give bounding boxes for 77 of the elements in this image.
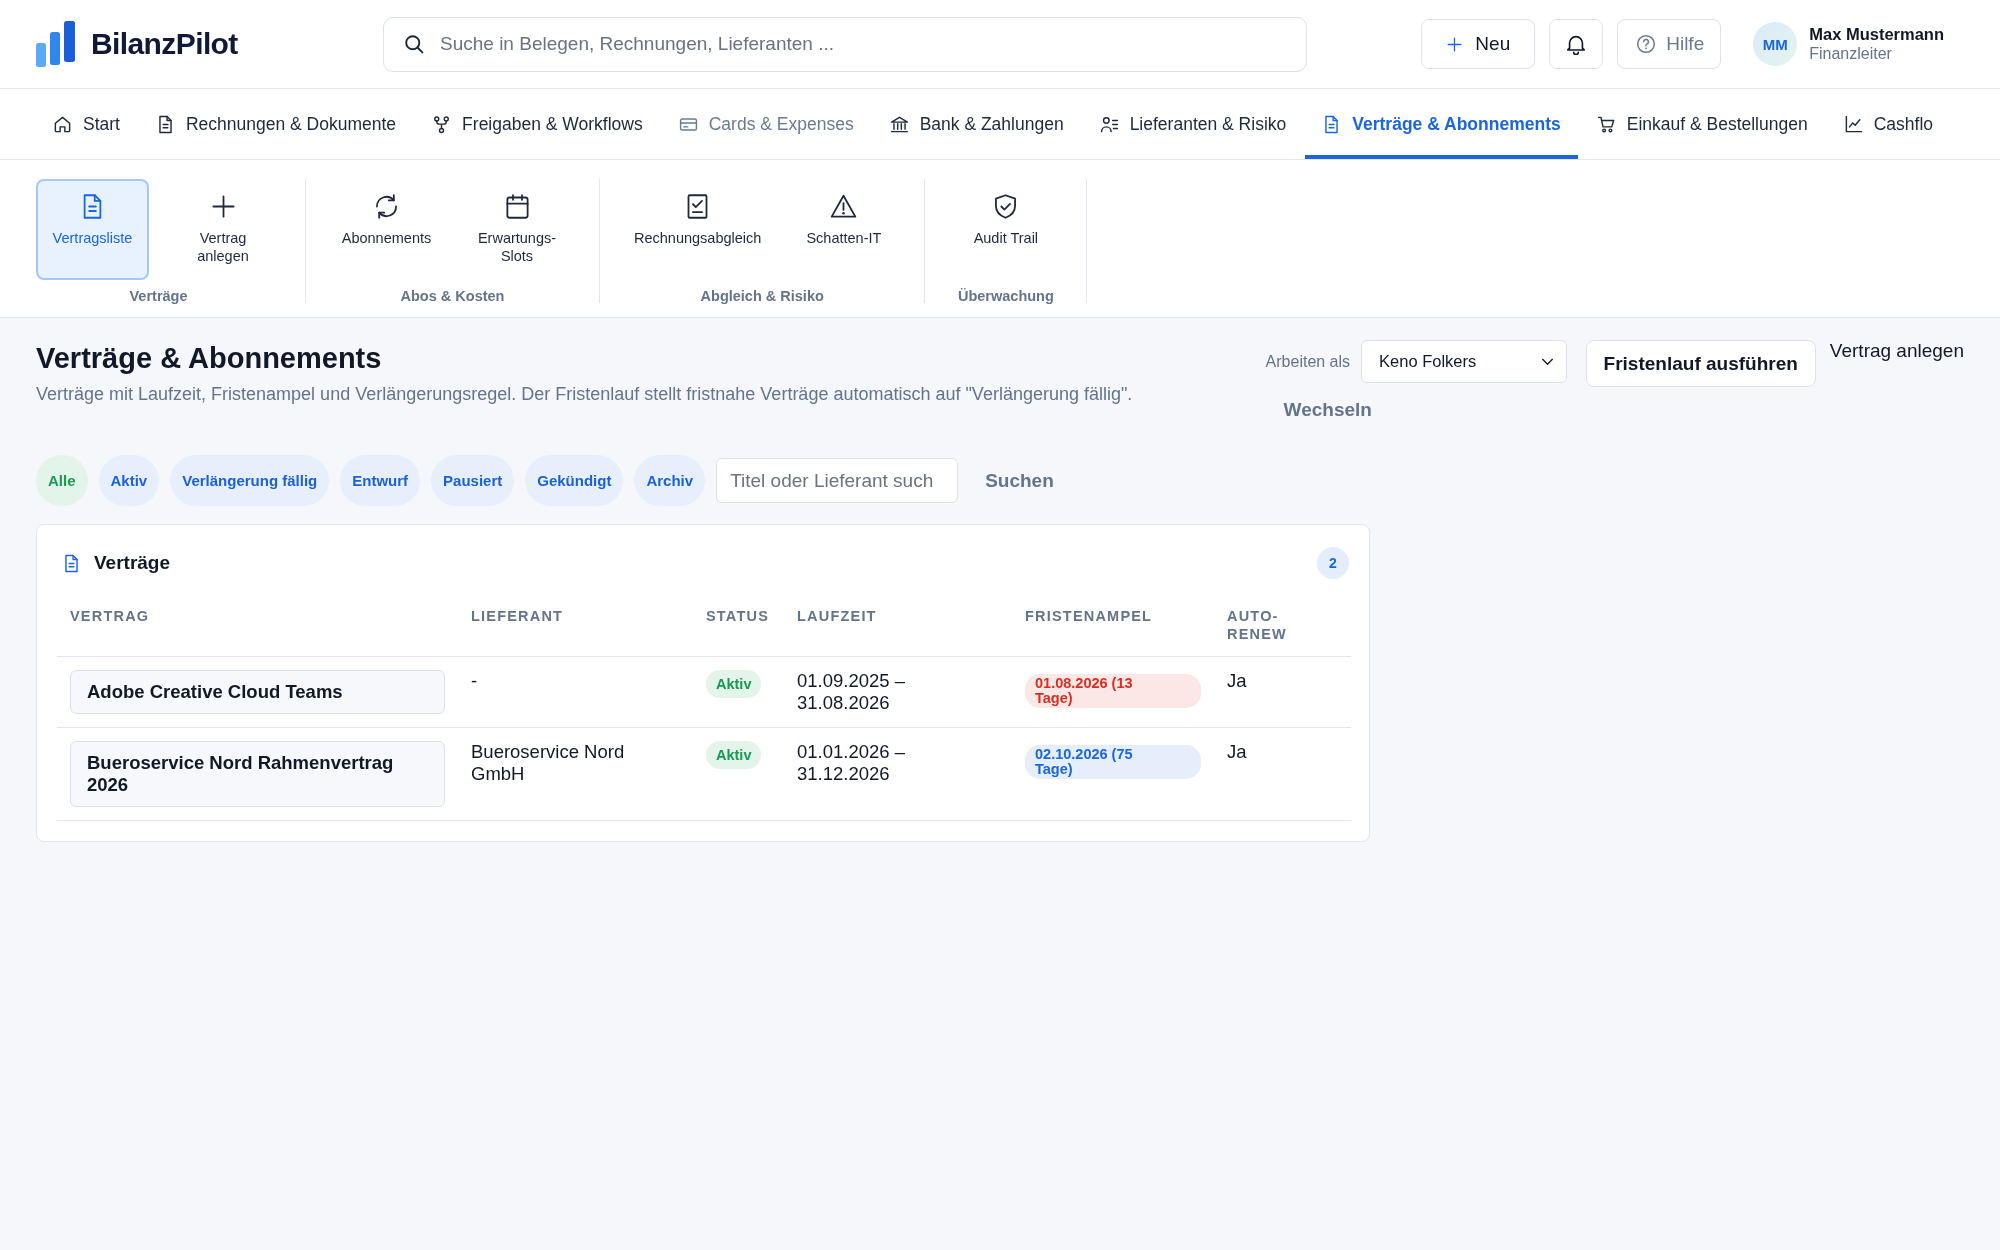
deadline-badge: 01.08.2026 (13 Tage) <box>1025 674 1201 708</box>
card-title: Verträge <box>94 552 171 574</box>
search-field[interactable]: Titel oder Lieferant such <box>716 458 959 503</box>
table-cell: - <box>458 656 693 728</box>
contract-link[interactable]: Adobe Creative Cloud Teams <box>70 670 445 714</box>
column-header: LAUFZEIT <box>784 599 1012 657</box>
run-deadlines-button[interactable]: Fristenlauf ausführen <box>1585 340 1816 387</box>
page-title: Verträge & Abonnements <box>36 341 383 376</box>
column-header: VERTRAG <box>57 599 458 657</box>
field-label: Arbeiten als <box>1265 352 1351 371</box>
brand-name: BilanzPilot <box>91 27 238 61</box>
search-icon <box>404 33 425 55</box>
ribbon-button[interactable]: Schatten-IT <box>787 179 901 280</box>
status-badge: Aktiv <box>706 741 762 769</box>
nav-tab[interactable]: Lieferanten & Risiko <box>1082 89 1304 159</box>
ribbon-button[interactable]: Rechnungsabgleich <box>624 179 772 280</box>
user-list-icon <box>1099 114 1119 134</box>
column-header: AUTO-RENEW <box>1214 599 1351 657</box>
table-cell: 01.01.2026 – 31.12.2026 <box>784 727 1012 821</box>
bank-icon <box>889 114 909 134</box>
ribbon-button[interactable]: Erwartungs-Slots <box>459 179 575 280</box>
create-contract-link[interactable]: Vertrag anlegen <box>1829 340 1964 362</box>
nav-tab[interactable]: Bank & Zahlungen <box>872 89 1081 159</box>
ribbon-button[interactable]: Abonnements <box>330 179 443 280</box>
nav-tab[interactable]: Freigaben & Workflows <box>415 89 660 159</box>
bars-logo-icon <box>36 21 75 67</box>
page-description: Verträge mit Laufzeit, Fristenampel und Verlängerungsregel. Der Fristenlauf stellt fristnahe Verträge automatisch auf "Verlängerung fällig". <box>36 383 1134 406</box>
home-icon <box>53 114 72 134</box>
ribbon-button[interactable]: Audit Trail <box>949 179 1063 280</box>
filter-chip[interactable]: Gekündigt <box>525 455 624 506</box>
warning-icon <box>830 193 858 220</box>
new-button[interactable]: Neu <box>1421 19 1536 69</box>
switch-button[interactable]: Wechseln <box>1265 383 1390 423</box>
count-badge: 2 <box>1317 547 1349 579</box>
ribbon-button[interactable]: Vertrag anlegen <box>165 179 281 280</box>
bell-icon <box>1565 33 1588 55</box>
document-icon <box>62 553 81 573</box>
table-cell: Ja <box>1214 656 1351 728</box>
filter-chip[interactable]: Verlängerung fällig <box>170 455 330 506</box>
ribbon-button[interactable]: Vertragsliste <box>36 179 149 280</box>
user-role: Finanzleiter <box>1809 45 1893 63</box>
contract-link[interactable]: Bueroservice Nord Rahmenvertrag 2026 <box>70 741 445 807</box>
ribbon-group-label: Abos & Kosten <box>400 288 505 304</box>
ribbon-group-label: Verträge <box>129 288 188 304</box>
plus-icon <box>209 193 237 220</box>
filter-chip[interactable]: Entwurf <box>340 455 421 506</box>
user-name: Max Mustermann <box>1809 25 1944 44</box>
filter-chip[interactable]: Archiv <box>634 455 706 506</box>
column-header: FRISTENAMPEL <box>1012 599 1214 657</box>
search-field[interactable]: Suche in Belegen, Rechnungen, Lieferanten ... <box>383 16 1307 72</box>
branch-icon <box>432 114 452 134</box>
column-header: STATUS <box>693 599 784 657</box>
nav-tab[interactable]: Einkauf & Bestellungen <box>1579 89 1825 159</box>
column-header: LIEFERANT <box>458 599 693 657</box>
nav-tab[interactable]: Cashflo <box>1826 89 1950 159</box>
nav-tab[interactable]: Rechnungen & Dokumente <box>138 89 414 159</box>
notifications-button[interactable] <box>1549 19 1604 69</box>
help-button[interactable]: Hilfe <box>1617 19 1722 69</box>
table-cell: Ja <box>1214 727 1351 821</box>
nav-tab[interactable]: Start <box>36 89 137 159</box>
cart-icon <box>1596 114 1616 134</box>
search-button[interactable]: Suchen <box>973 458 1066 503</box>
filter-chip[interactable]: Aktiv <box>98 455 160 506</box>
filter-chip[interactable]: Pausiert <box>431 455 515 506</box>
plus-icon <box>1446 35 1464 53</box>
user-avatar[interactable]: MM <box>1753 22 1798 66</box>
table-cell: Bueroservice Nord GmbH <box>458 727 693 821</box>
calendar-icon <box>503 193 531 220</box>
ribbon-group-label: Abgleich & Risiko <box>700 288 824 304</box>
refresh-icon <box>373 193 400 220</box>
deadline-badge: 02.10.2026 (75 Tage) <box>1025 745 1201 779</box>
line-chart-icon <box>1843 114 1863 134</box>
status-badge: Aktiv <box>706 670 762 698</box>
ribbon-group-label: Überwachung <box>957 288 1054 304</box>
table-cell: 01.09.2025 – 31.08.2026 <box>784 656 1012 728</box>
user-select[interactable]: Keno Folkers <box>1361 340 1568 383</box>
question-circle-icon <box>1636 34 1657 54</box>
